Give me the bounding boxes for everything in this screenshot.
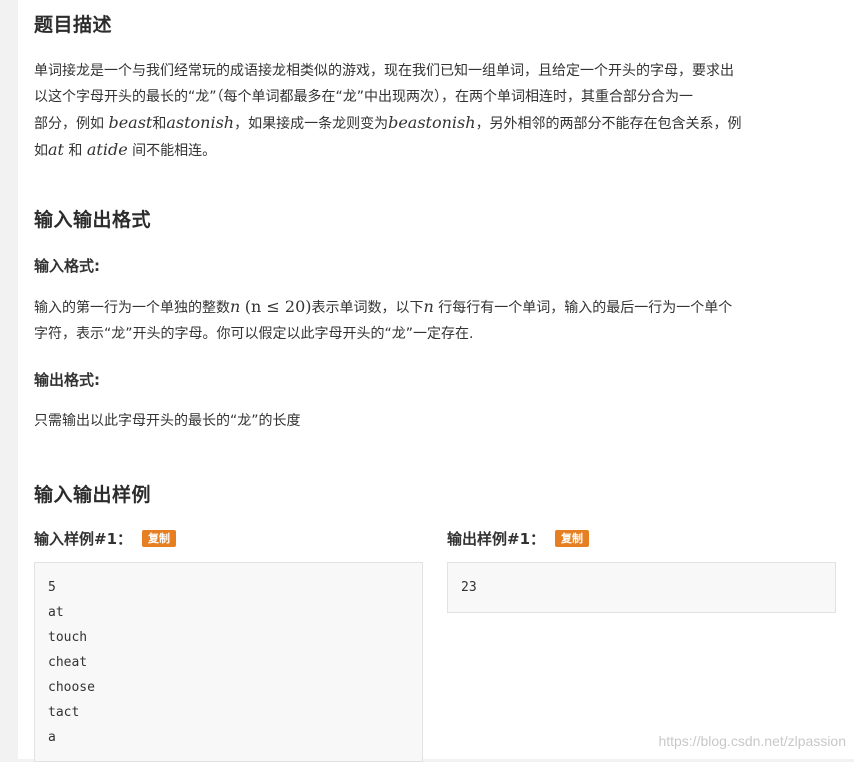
text-fragment: 行每行有一个单词，输入的最后一行为一个单个 <box>433 300 733 316</box>
sample-output-line: 23 <box>461 580 477 595</box>
sample-input-line: at <box>48 605 64 620</box>
samples-title: 输入输出样例 <box>34 484 152 506</box>
description-title: 题目描述 <box>34 14 113 36</box>
description-line-1: 单词接龙是一个与我们经常玩的成语接龙相类似的游戏，现在我们已知一组单词，且给定一… <box>34 63 734 79</box>
math-atide: atide <box>86 140 128 159</box>
math-beast: beast <box>108 113 153 132</box>
text-fragment: 如 <box>34 143 48 159</box>
sample-output-title: 输出样例#1： <box>447 530 546 548</box>
text-fragment: ，另外相邻的两部分不能存在包含关系，例 <box>475 116 742 132</box>
copy-output-button[interactable]: 复制 <box>555 530 590 547</box>
sample-input-line: touch <box>48 630 88 645</box>
text-fragment: 和 <box>152 116 167 132</box>
sample-input-title: 输入样例#1： <box>34 530 133 548</box>
text-fragment: 表示单词数，以下 <box>311 300 424 316</box>
output-format-text: 只需输出以此字母开头的最长的“龙”的长度 <box>34 413 301 429</box>
io-format-title: 输入输出格式 <box>34 209 152 231</box>
math-astonish: astonish <box>166 113 235 132</box>
sample-input-line: choose <box>48 680 95 695</box>
description-line-4: 如at 和 atide 间不能相连。 <box>34 137 838 164</box>
sample-output-box[interactable]: 23 <box>447 562 836 613</box>
math-n: n <box>423 297 434 316</box>
sample-input-line: tact <box>48 705 80 720</box>
text-fragment: 间不能相连。 <box>127 143 217 159</box>
math-n: n <box>230 297 241 316</box>
text-fragment: ，如果接成一条龙则变为 <box>234 116 389 132</box>
text-fragment: 输入的第一行为一个单独的整数 <box>34 300 230 316</box>
sample-input-line: cheat <box>48 655 88 670</box>
watermark: https://blog.csdn.net/zlpassion <box>658 733 846 749</box>
input-format-line-1: 输入的第一行为一个单独的整数n (n ≤ 20)表示单词数，以下n 行每行有一个… <box>34 294 838 321</box>
input-format-text: 输入的第一行为一个单独的整数n (n ≤ 20)表示单词数，以下n 行每行有一个… <box>34 294 838 347</box>
math-at: at <box>48 140 64 159</box>
input-format-line-2: 字符，表示“龙”开头的字母。你可以假定以此字母开头的“龙”一定存在. <box>34 326 474 342</box>
description-text: 单词接龙是一个与我们经常玩的成语接龙相类似的游戏，现在我们已知一组单词，且给定一… <box>34 58 838 164</box>
output-format-title: 输出格式: <box>34 371 100 389</box>
input-format-title: 输入格式: <box>34 257 100 275</box>
text-fragment: 部分，例如 <box>34 116 109 132</box>
description-line-2: 以这个字母开头的最长的“龙”（每个单词都最多在“龙”中出现两次），在两个单词相连… <box>34 89 694 105</box>
sample-output-header: 输出样例#1： 复制 <box>447 528 590 549</box>
math-n-constraint: (n ≤ 20) <box>244 297 312 316</box>
sample-input-line: a <box>48 730 56 745</box>
problem-card: 题目描述 单词接龙是一个与我们经常玩的成语接龙相类似的游戏，现在我们已知一组单词… <box>18 0 854 762</box>
description-line-3: 部分，例如 beast和astonish，如果接成一条龙则变为beastonis… <box>34 110 838 137</box>
sample-input-header: 输入样例#1： 复制 <box>34 528 177 549</box>
math-beastonish: beastonish <box>388 113 476 132</box>
sample-input-line: 5 <box>48 580 56 595</box>
sample-input-box[interactable]: 5 at touch cheat choose tact a <box>34 562 423 762</box>
text-fragment: 和 <box>63 143 87 159</box>
copy-input-button[interactable]: 复制 <box>142 530 177 547</box>
